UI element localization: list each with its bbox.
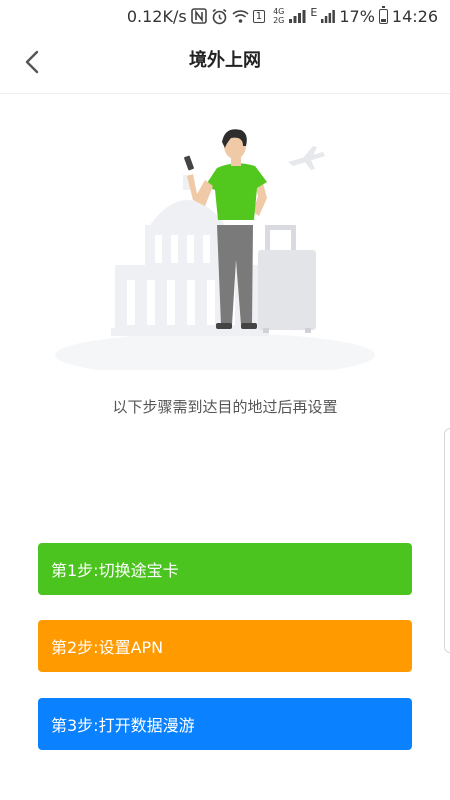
status-bar: 0.12K/s 1 4G 2G E 17% 14:26 [0, 0, 450, 32]
airplane-icon [288, 146, 325, 170]
network-2g-label: 2G [273, 16, 285, 25]
signal-icon [321, 9, 336, 24]
instruction-text: 以下步骤需到达目的地过后再设置 [112, 398, 338, 416]
wifi-icon [232, 9, 249, 24]
back-button[interactable] [14, 43, 52, 81]
page-title: 境外上网 [189, 50, 261, 71]
step3-data-roaming-button[interactable]: 第3步:打开数据漫游 [38, 698, 412, 750]
step1-switch-card-button[interactable]: 第1步:切换途宝卡 [38, 543, 412, 595]
edge-label: E [310, 6, 318, 19]
step-label: 第1步:切换途宝卡 [51, 561, 179, 580]
step-label: 第3步:打开数据漫游 [51, 716, 195, 735]
alarm-icon [211, 8, 228, 25]
clock: 14:26 [391, 6, 438, 26]
step2-set-apn-button[interactable]: 第2步:设置APN [38, 620, 412, 672]
app-header: 境外上网 [0, 32, 450, 94]
chevron-left-icon [25, 50, 39, 74]
battery-icon [378, 5, 388, 24]
edge-panel-handle[interactable] [444, 428, 450, 653]
step-label: 第2步:设置APN [51, 638, 164, 657]
dual-network-indicator: 4G 2G [273, 7, 284, 25]
ground-shadow [55, 333, 375, 370]
sim-icon: 1 [252, 9, 266, 23]
battery-percent: 17% [339, 6, 375, 26]
traveler-illustration [55, 129, 375, 370]
signal-icon [288, 9, 306, 24]
network-speed: 0.12K/s [126, 6, 187, 26]
nfc-icon [190, 8, 207, 24]
network-4g-label: 4G [273, 7, 285, 16]
suitcase-icon [258, 225, 316, 333]
